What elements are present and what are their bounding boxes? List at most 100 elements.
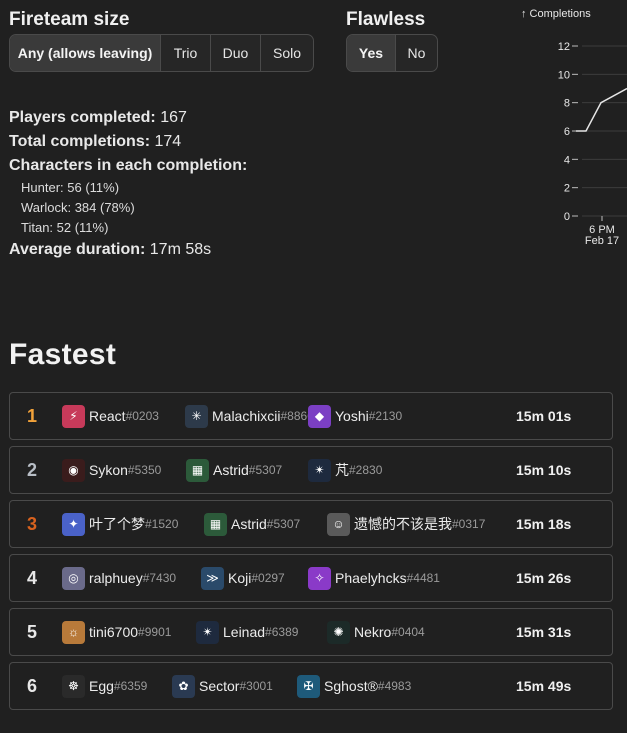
fastest-row[interactable]: 5 ☼ tini6700 #9901 ✴ Leinad #6389 ✺ Nekro #0404 15… (9, 608, 613, 656)
rank-number: 1 (27, 406, 38, 426)
completions-series-line (576, 87, 627, 132)
star-burst-emblem-icon: ✳ (185, 404, 208, 428)
rank-number: 6 (27, 676, 38, 696)
player-tag: #3001 (239, 679, 273, 693)
player-name: Koji (228, 570, 252, 586)
player-entry[interactable]: ☺ 遗憾的不该是我 #0317 (327, 501, 485, 547)
cyan-sigil-emblem-icon: ✠ (297, 674, 320, 698)
fastest-row[interactable]: 3 ✦ 叶了个梦 #1520 ▦ Astrid #5307 ☺ 遗憾的不该是我 #0317 15m … (9, 500, 613, 548)
completion-time: 15m 31s (516, 624, 572, 640)
y-tick-label: 8 (564, 98, 570, 110)
sun-emblem-icon: ☼ (62, 620, 85, 644)
player-name: Sector (199, 678, 240, 694)
player-tag: #0203 (125, 409, 159, 423)
total-completions-value: 174 (154, 133, 182, 150)
player-tag: #4481 (406, 571, 440, 585)
blue-flower-emblem-icon: ✿ (172, 674, 195, 698)
flawless-option-no[interactable]: No (396, 35, 437, 71)
player-name: 芃 (335, 462, 349, 478)
total-completions-stat: Total completions: 174 (9, 130, 339, 154)
y-tick-label: 10 (558, 69, 570, 81)
player-name: Malachixcii (212, 408, 281, 424)
player-entry[interactable]: ✠ Sghost® #4983 (297, 663, 411, 709)
player-entry[interactable]: ✴ Leinad #6389 (196, 609, 298, 655)
rank-number: 3 (27, 514, 38, 534)
player-name: Sghost® (324, 678, 378, 694)
player-entry[interactable]: ▦ Astrid #5307 (204, 501, 300, 547)
player-tag: #7430 (142, 571, 177, 585)
fireteam-option-solo[interactable]: Solo (261, 35, 313, 71)
y-tick-label: 12 (558, 41, 570, 53)
player-entry[interactable]: ☸ Egg #6359 (62, 663, 147, 709)
blue-sigil-emblem-icon: ✦ (62, 512, 85, 536)
swirl-emblem-icon: ◎ (62, 566, 85, 590)
player-tag: #4983 (377, 679, 412, 693)
players-completed-label: Players completed: (9, 109, 156, 126)
fastest-row[interactable]: 4 ◎ ralphuey #7430 ≫ Koji #0297 ✧ Phaelyhcks #448… (9, 554, 613, 602)
titan-stat: Titan: 52 (11%) (21, 220, 109, 235)
cat-emblem-icon: ◆ (308, 404, 331, 428)
red-sphere-emblem-icon: ◉ (62, 458, 85, 482)
rank-number: 4 (27, 568, 38, 588)
characters-label: Characters in each completion: (9, 157, 248, 174)
player-name: 叶了个梦 (89, 516, 145, 532)
player-name: Astrid (213, 462, 249, 478)
fireteam-option-trio[interactable]: Trio (161, 35, 211, 71)
player-tag: #5307 (266, 517, 301, 531)
player-entry[interactable]: ◉ Sykon #5350 (62, 447, 161, 493)
player-entry[interactable]: ✳ Malachixcii #8866 (185, 393, 314, 439)
completion-time: 15m 18s (516, 516, 572, 532)
completions-chart: ↑ Completions 024681012 6 PM Feb 17 (521, 8, 627, 247)
player-entry[interactable]: ☼ tini6700 #9901 (62, 609, 171, 655)
fastest-row[interactable]: 2 ◉ Sykon #5350 ▦ Astrid #5307 ✴ 芃 #2830 15m 10s (9, 446, 613, 494)
player-tag: #6389 (265, 625, 299, 639)
players-completed-stat: Players completed: 167 (9, 106, 339, 130)
completion-time: 15m 49s (516, 678, 572, 694)
fastest-row[interactable]: 1 ⚡ React #0203 ✳ Malachixcii #8866 ◆ Yoshi #2130… (9, 392, 613, 440)
fireteam-option-any[interactable]: Any (allows leaving) (10, 35, 161, 71)
star-burst-emblem-icon: ✴ (308, 458, 331, 482)
flawless-title: Flawless (346, 9, 426, 30)
chart-y-axis-label: ↑ Completions (521, 8, 591, 20)
player-name: Leinad (223, 624, 266, 640)
player-entry[interactable]: ◎ ralphuey #7430 (62, 555, 176, 601)
player-entry[interactable]: ✺ Nekro #0404 (327, 609, 425, 655)
x-tick-date-label: Feb 17 (585, 235, 619, 247)
player-entry[interactable]: ≫ Koji #0297 (201, 555, 285, 601)
player-entry[interactable]: ✿ Sector #3001 (172, 663, 273, 709)
players-completed-value: 167 (160, 109, 187, 126)
completion-stats: Players completed: 167 Total completions… (9, 106, 339, 262)
dark-sigil-emblem-icon: ✺ (327, 620, 350, 644)
average-duration-value: 17m 58s (149, 241, 212, 258)
player-name: tini6700 (89, 624, 139, 640)
player-name: ralphuey (89, 570, 143, 586)
fireteam-option-duo[interactable]: Duo (211, 35, 261, 71)
player-tag: #0297 (251, 571, 285, 585)
fastest-row[interactable]: 6 ☸ Egg #6359 ✿ Sector #3001 ✠ Sghost® #4983 15m 4… (9, 662, 613, 710)
fireteam-size-selector: Any (allows leaving) Trio Duo Solo (9, 34, 314, 72)
player-name: 遗憾的不该是我 (354, 516, 452, 532)
player-name: React (89, 408, 126, 424)
player-tag: #9901 (138, 625, 172, 639)
player-name: Phaelyhcks (335, 570, 407, 586)
player-tag: #2130 (368, 409, 403, 423)
player-tag: #5350 (127, 463, 162, 477)
player-entry[interactable]: ◆ Yoshi #2130 (308, 393, 402, 439)
y-tick-label: 2 (564, 183, 570, 195)
purple-glyph-emblem-icon: ✧ (308, 566, 331, 590)
player-name: Egg (89, 678, 114, 694)
fireteam-size-title: Fireteam size (9, 9, 130, 30)
hunter-stat: Hunter: 56 (11%) (21, 180, 120, 195)
y-tick-label: 4 (564, 154, 570, 166)
player-tag: #5307 (248, 463, 283, 477)
player-entry[interactable]: ✧ Phaelyhcks #4481 (308, 555, 440, 601)
chevron-emblem-icon: ≫ (201, 566, 224, 590)
rank-number: 2 (27, 460, 38, 480)
player-entry[interactable]: ▦ Astrid #5307 (186, 447, 282, 493)
player-entry[interactable]: ⚡ React #0203 (62, 393, 159, 439)
player-entry[interactable]: ✴ 芃 #2830 (308, 447, 382, 493)
flawless-option-yes[interactable]: Yes (347, 35, 396, 71)
glitch-emblem-icon: ⚡ (62, 404, 85, 428)
player-entry[interactable]: ✦ 叶了个梦 #1520 (62, 501, 178, 547)
average-duration-stat: Average duration: 17m 58s (9, 238, 339, 262)
